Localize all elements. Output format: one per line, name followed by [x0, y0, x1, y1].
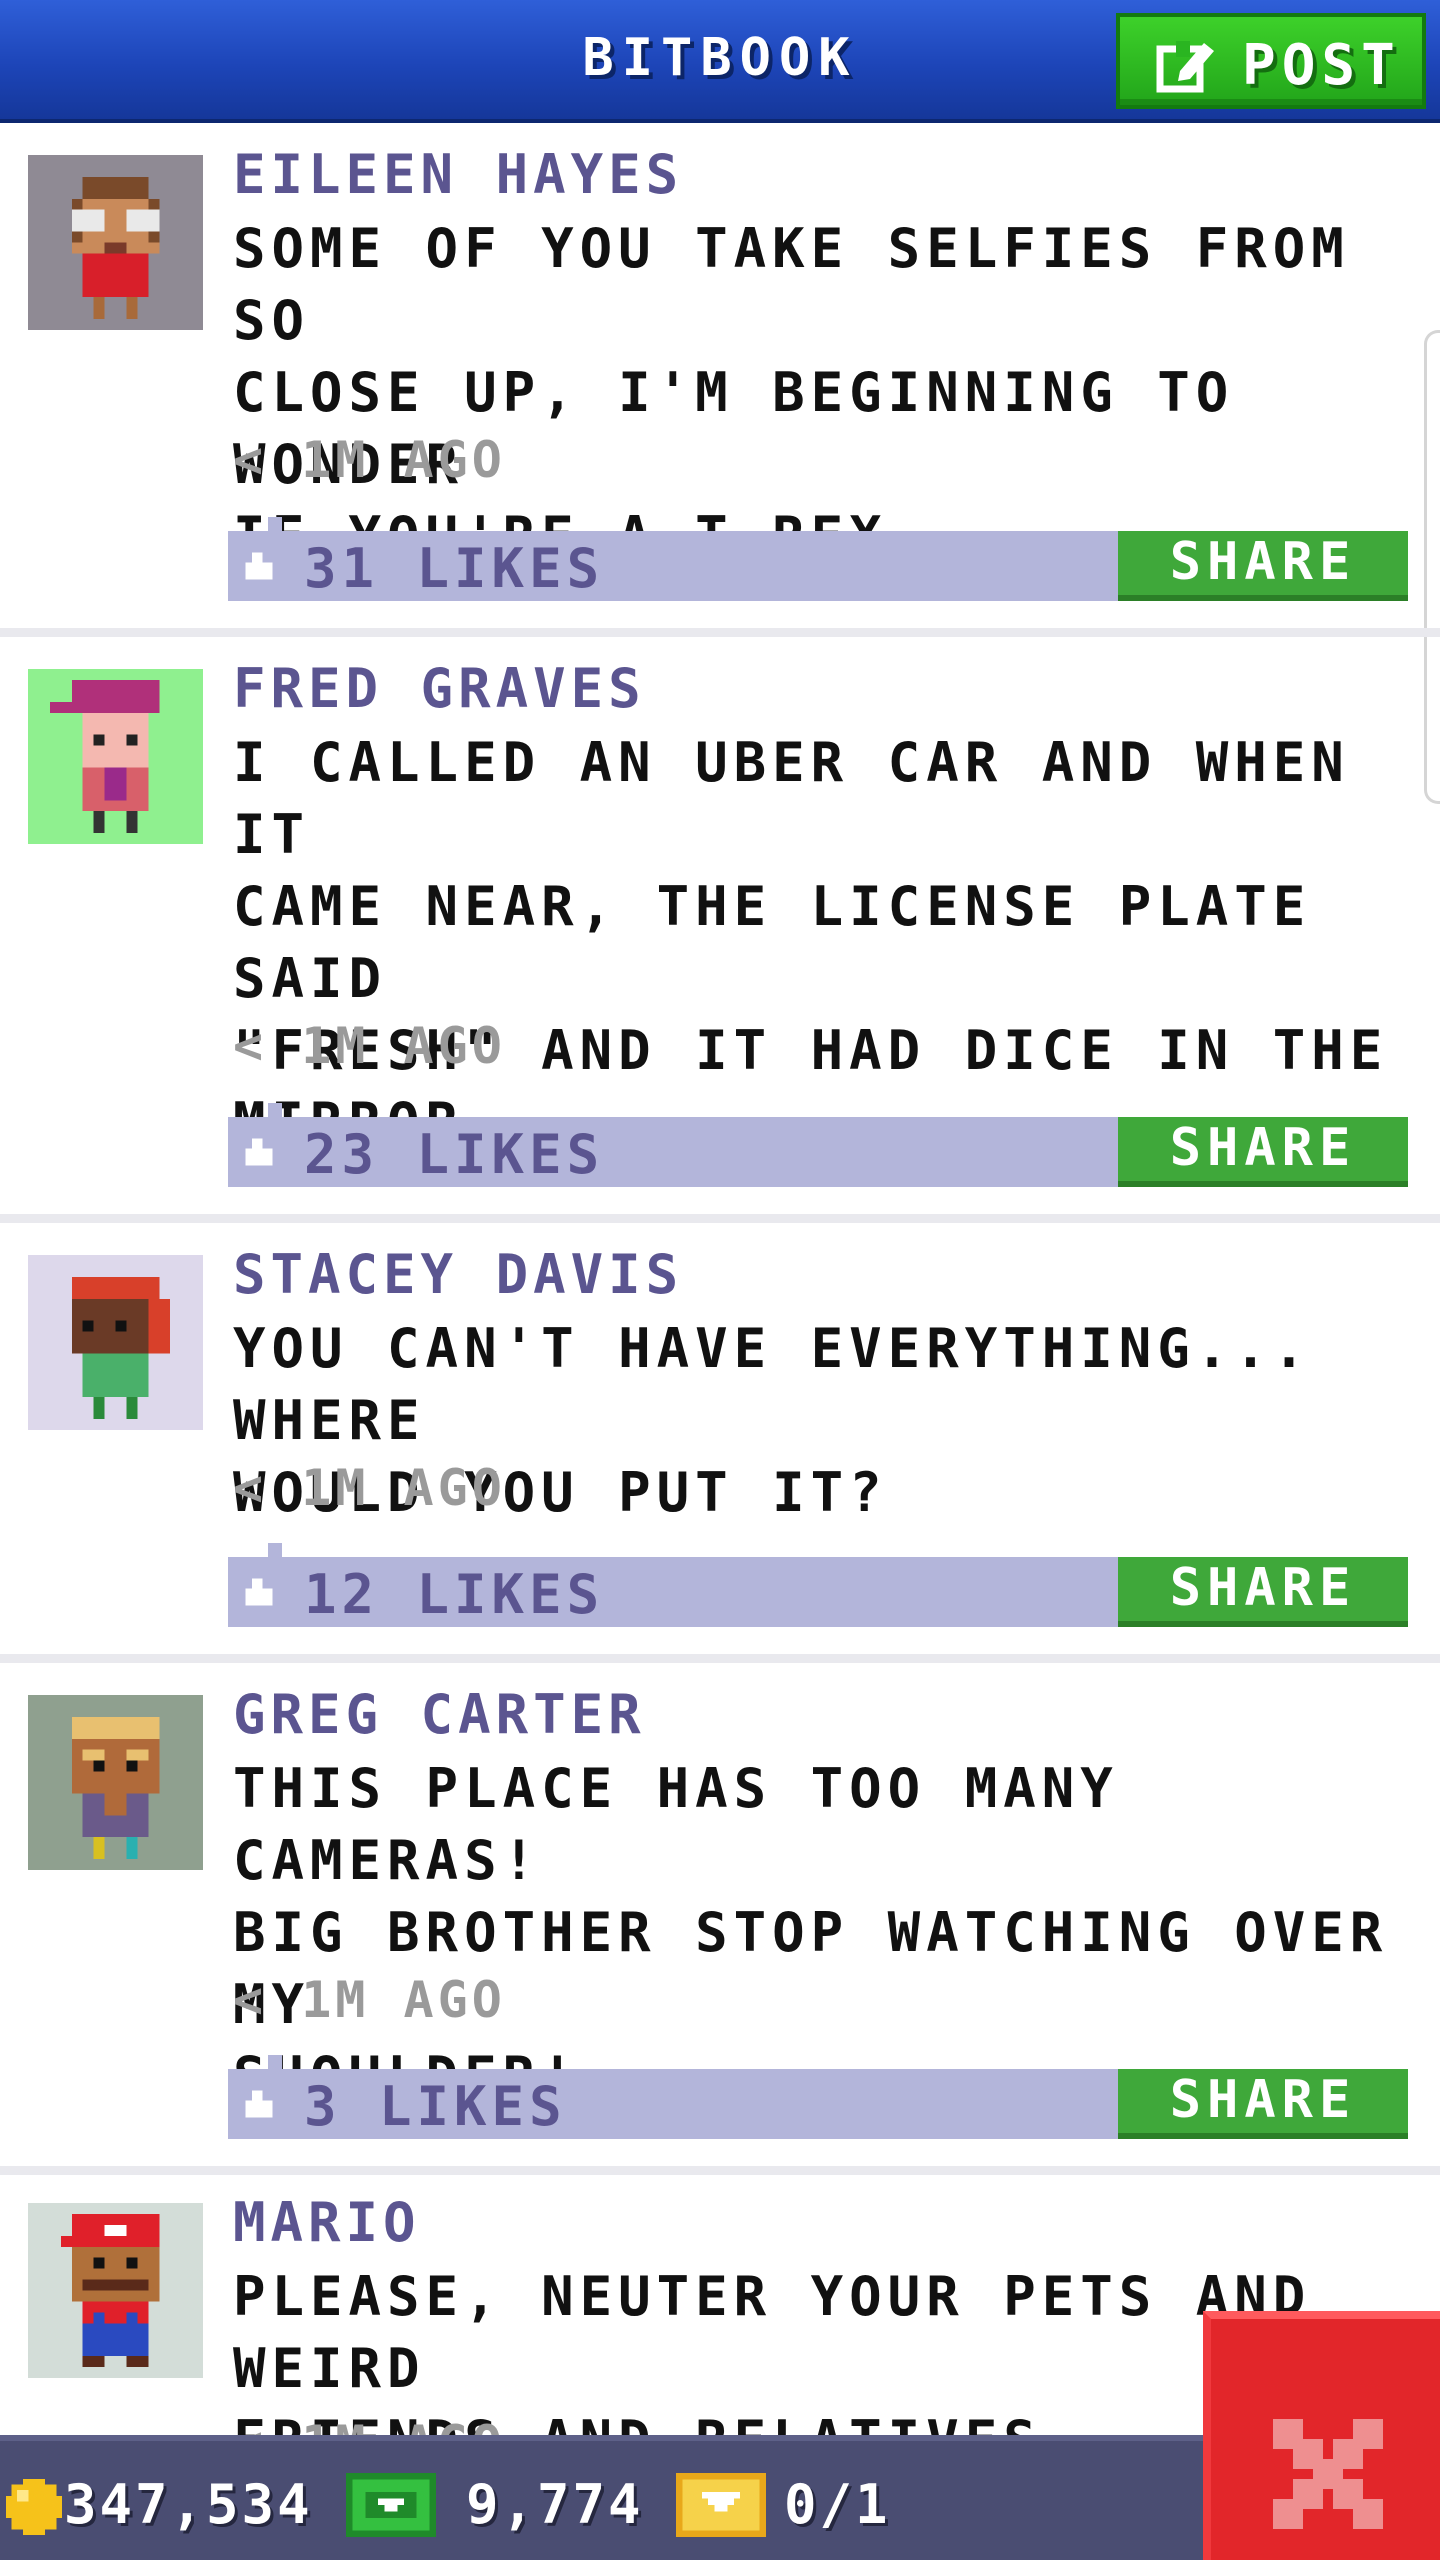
thumbs-up-icon: [245, 1578, 273, 1606]
post-divider: [0, 1214, 1440, 1223]
post-timestamp: < 1M AGO: [233, 1459, 506, 1517]
post-author[interactable]: FRED GRAVES: [233, 657, 646, 720]
post-author[interactable]: MARIO: [233, 2191, 421, 2254]
likes-count: 31 LIKES: [304, 537, 605, 600]
likes-count: 3 LIKES: [304, 2075, 567, 2138]
post-divider: [0, 1654, 1440, 1663]
post-divider: [0, 2166, 1440, 2175]
ticket-icon: [676, 2473, 766, 2537]
share-button[interactable]: SHARE: [1118, 531, 1408, 601]
post-timestamp: < 1M AGO: [233, 1017, 506, 1075]
share-button[interactable]: SHARE: [1118, 1557, 1408, 1627]
likes-count: 12 LIKES: [304, 1563, 605, 1626]
close-button[interactable]: [1203, 2311, 1440, 2560]
avatar[interactable]: [28, 2203, 203, 2378]
share-button[interactable]: SHARE: [1118, 1117, 1408, 1187]
avatar[interactable]: [28, 1695, 203, 1870]
post-text: THIS PLACE HAS TOO MANY CAMERAS! BIG BRO…: [233, 1757, 1389, 2108]
post-timestamp: < 1M AGO: [233, 1971, 506, 2029]
coins-value: 347,534: [64, 2473, 313, 2536]
post-button-label: POST: [1242, 33, 1401, 98]
tickets-value: 0/1: [784, 2473, 891, 2536]
close-icon: [1273, 2419, 1383, 2529]
thumbs-up-icon: [245, 552, 273, 580]
post-button[interactable]: POST: [1116, 13, 1426, 109]
avatar[interactable]: [28, 669, 203, 844]
app-header: BITBOOK POST: [0, 0, 1440, 123]
post-author[interactable]: STACEY DAVIS: [233, 1243, 683, 1306]
post-author[interactable]: GREG CARTER: [233, 1683, 646, 1746]
tickets-stat[interactable]: 0/1: [676, 2461, 926, 2541]
post-author[interactable]: EILEEN HAYES: [233, 143, 683, 206]
avatar[interactable]: [28, 155, 203, 330]
thumbs-up-icon: [245, 2090, 273, 2118]
cash-icon: [346, 2473, 436, 2537]
bux-value: 9,774: [466, 2473, 644, 2536]
compose-icon: [1156, 41, 1214, 93]
thumbs-up-icon: [245, 1138, 273, 1166]
bux-stat[interactable]: 9,774: [346, 2461, 666, 2541]
post-divider: [0, 628, 1440, 637]
share-button[interactable]: SHARE: [1118, 2069, 1408, 2139]
coins-stat[interactable]: 347,534: [6, 2461, 326, 2541]
likes-count: 23 LIKES: [304, 1123, 605, 1186]
post-text: I CALLED AN UBER CAR AND WHEN IT CAME NE…: [233, 731, 1389, 1154]
coin-icon: [6, 2479, 62, 2535]
post-timestamp: < 1M AGO: [233, 431, 506, 489]
post-text: SOME OF YOU TAKE SELFIES FROM SO CLOSE U…: [233, 217, 1350, 568]
avatar[interactable]: [28, 1255, 203, 1430]
